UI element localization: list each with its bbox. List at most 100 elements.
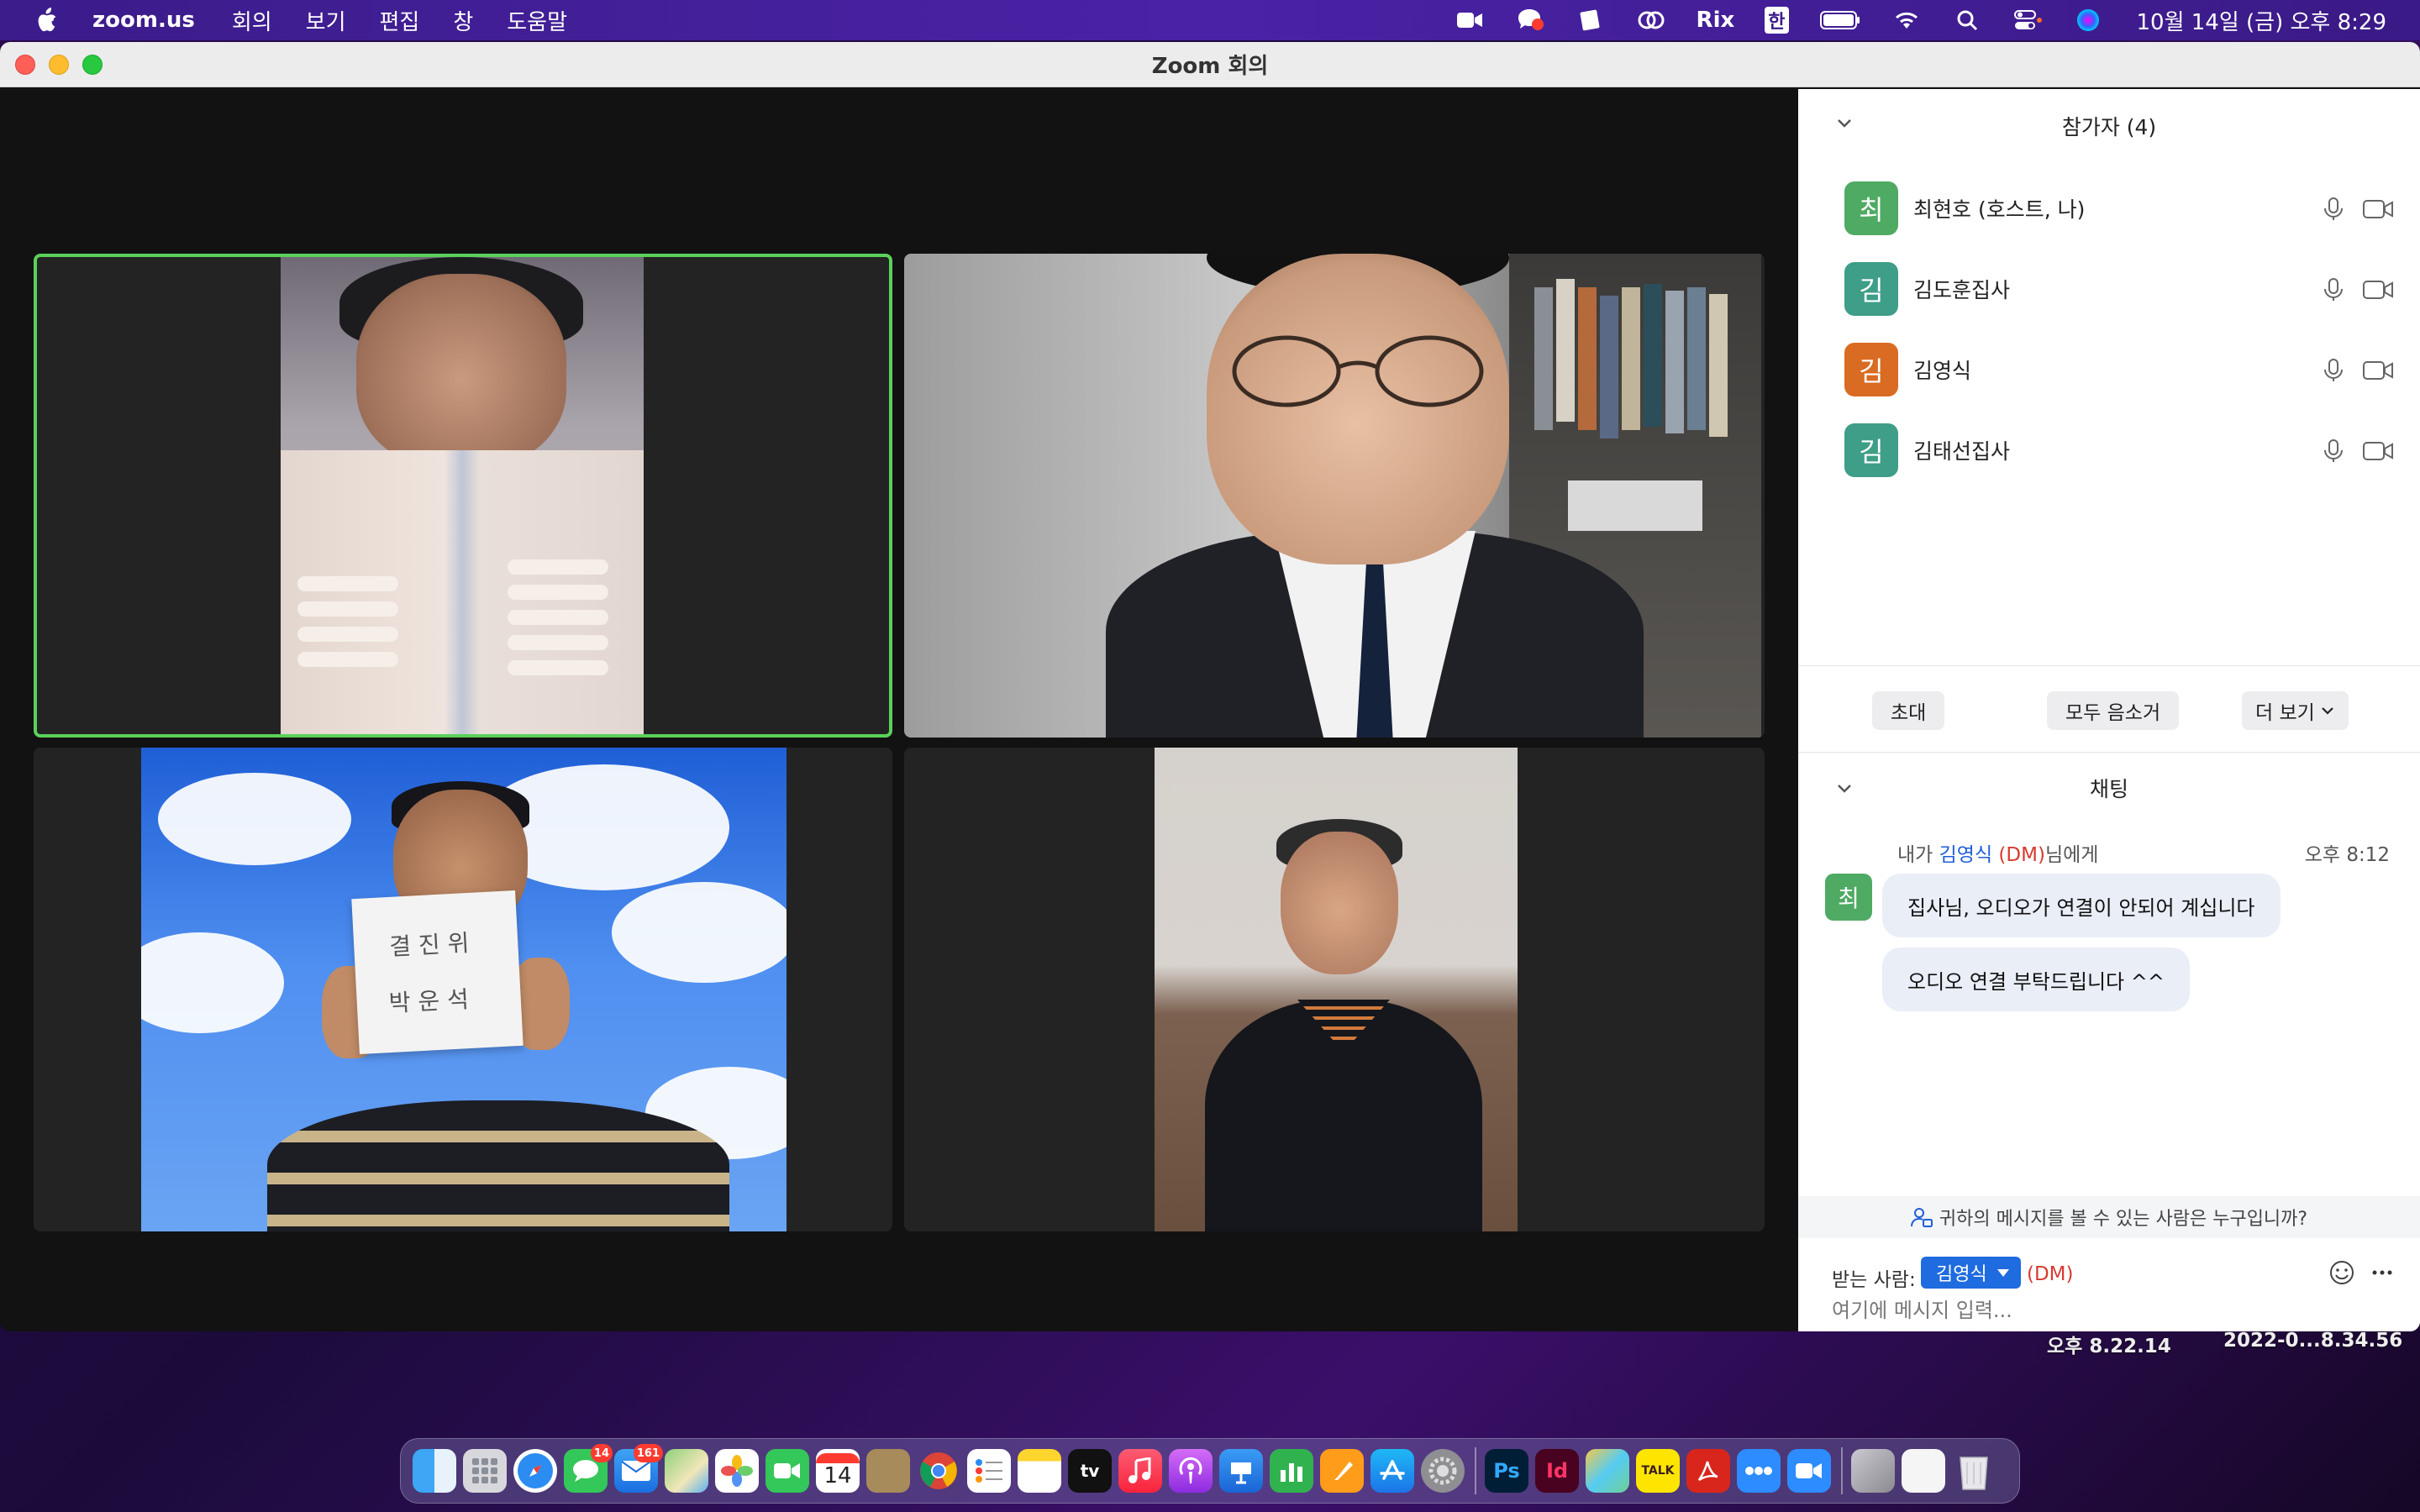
app-menu-zoom[interactable]: zoom.us	[92, 8, 195, 33]
downloads-stack-icon[interactable]	[1851, 1449, 1895, 1493]
photoshop-icon[interactable]: Ps	[1485, 1449, 1528, 1493]
dock-separator	[1475, 1447, 1476, 1494]
more-options-button[interactable]: 더 보기	[2242, 691, 2349, 730]
messenger-icon[interactable]	[1737, 1449, 1781, 1493]
video-camera-icon[interactable]	[2363, 440, 2393, 462]
keynote-icon[interactable]	[1219, 1449, 1263, 1493]
avatar: 김	[1844, 343, 1898, 396]
microphone-icon[interactable]	[2323, 197, 2344, 221]
safari-icon[interactable]	[513, 1449, 557, 1493]
menu-view[interactable]: 보기	[306, 5, 346, 36]
menu-window[interactable]: 창	[453, 5, 473, 36]
more-horizontal-icon[interactable]	[2370, 1260, 2395, 1285]
apple-tv-icon[interactable]: tv	[1068, 1449, 1112, 1493]
app-store-icon[interactable]	[1370, 1449, 1414, 1493]
mail-icon[interactable]: 161	[614, 1444, 663, 1493]
creative-cloud-icon[interactable]	[1636, 8, 1666, 33]
zoom-icon[interactable]	[1787, 1449, 1831, 1493]
photos-icon[interactable]	[715, 1449, 759, 1493]
participant-row[interactable]: 김 김영식	[1798, 329, 2420, 410]
message-recipient-info: 내가 김영식 (DM)님에게	[1897, 844, 2099, 866]
video-camera-icon[interactable]	[2363, 198, 2393, 220]
siri-icon[interactable]	[2073, 8, 2103, 33]
battery-icon[interactable]	[1819, 8, 1861, 33]
music-icon[interactable]	[1118, 1449, 1162, 1493]
zoom-camera-status-icon[interactable]	[1455, 8, 1485, 33]
menu-help[interactable]: 도움말	[507, 5, 567, 36]
participants-title: 참가자 (4)	[2061, 115, 2157, 139]
video-tile-2[interactable]	[904, 254, 1765, 738]
fullscreen-window-button[interactable]	[82, 55, 103, 75]
kakaotalk-icon[interactable]: TALK	[1636, 1449, 1680, 1493]
recipient-dropdown[interactable]: 김영식	[1921, 1257, 2021, 1289]
microphone-icon[interactable]	[2323, 359, 2344, 382]
participant-row[interactable]: 최 최현호 (호스트, 나)	[1798, 168, 2420, 249]
apple-icon[interactable]	[34, 7, 59, 34]
video-tile-3[interactable]: 결 진 위 박 운 석	[34, 748, 892, 1231]
more-options-label: 더 보기	[2255, 702, 2315, 724]
keychain-icon[interactable]	[866, 1449, 910, 1493]
calendar-icon[interactable]: 14	[816, 1449, 860, 1493]
search-icon[interactable]	[1952, 8, 1982, 33]
maps-icon[interactable]	[665, 1449, 708, 1493]
control-center-icon[interactable]	[2012, 8, 2043, 33]
participants-header: 참가자 (4)	[1798, 89, 2420, 163]
recipient-label: 받는 사람:	[1832, 1269, 1916, 1291]
chevron-down-icon[interactable]	[1835, 780, 1854, 798]
indesign-icon[interactable]: Id	[1535, 1449, 1579, 1493]
mute-all-button[interactable]: 모두 음소거	[2047, 691, 2180, 730]
acrobat-icon[interactable]	[1686, 1449, 1730, 1493]
rix-status[interactable]: Rix	[1697, 8, 1735, 33]
desktop-file-label[interactable]: 오후 8.22.14	[2047, 1330, 2171, 1358]
chat-message[interactable]: 집사님, 오디오가 연결이 안되어 계십니다	[1882, 874, 2281, 937]
notes-stack-icon[interactable]	[1586, 1449, 1629, 1493]
video-tile-4[interactable]	[904, 748, 1765, 1231]
system-preferences-icon[interactable]	[1421, 1449, 1465, 1493]
notes-icon[interactable]	[1576, 8, 1606, 33]
menu-bar: zoom.us 회의 보기 편집 창 도움말 Rix 한 10월 14일 (금)…	[0, 0, 2420, 40]
chat-message[interactable]: 오디오 연결 부탁드립니다 ^^	[1882, 948, 2190, 1011]
participant-name: 최현호 (호스트, 나)	[1913, 197, 2086, 222]
avatar: 최	[1844, 181, 1898, 235]
messages-icon[interactable]: 14	[564, 1444, 613, 1493]
video-tile-1[interactable]	[34, 254, 892, 738]
chat-header: 채팅	[1798, 754, 2420, 822]
chrome-icon[interactable]	[917, 1449, 960, 1493]
invite-button[interactable]: 초대	[1872, 691, 1945, 730]
chat-notification-icon[interactable]	[1515, 8, 1545, 33]
notes-app-icon[interactable]	[1018, 1449, 1061, 1493]
emoji-icon[interactable]	[2328, 1258, 2356, 1287]
document-stack-icon[interactable]	[1902, 1449, 1945, 1493]
facetime-icon[interactable]	[765, 1449, 809, 1493]
menu-edit[interactable]: 편집	[380, 5, 420, 36]
participant-row[interactable]: 김 김도훈집사	[1798, 249, 2420, 329]
chat-compose: 받는 사람: 김영식 (DM)	[1798, 1238, 2420, 1331]
numbers-icon[interactable]	[1270, 1449, 1313, 1493]
video-camera-icon[interactable]	[2363, 279, 2393, 301]
trash-icon[interactable]	[1952, 1449, 1996, 1493]
held-paper-sign: 결 진 위 박 운 석	[351, 890, 523, 1054]
wifi-icon[interactable]	[1891, 8, 1922, 33]
finder-icon[interactable]	[413, 1449, 456, 1493]
chevron-down-icon[interactable]	[1835, 114, 1854, 133]
close-window-button[interactable]	[15, 55, 35, 75]
participant-row[interactable]: 김 김태선집사	[1798, 410, 2420, 491]
microphone-icon[interactable]	[2323, 439, 2344, 463]
microphone-icon[interactable]	[2323, 278, 2344, 302]
launchpad-icon[interactable]	[463, 1449, 507, 1493]
pages-icon[interactable]	[1320, 1449, 1364, 1493]
video-camera-icon[interactable]	[2363, 360, 2393, 381]
desktop-file-label[interactable]: 2022-0...8.34.56	[2223, 1330, 2402, 1352]
chat-privacy-link[interactable]: 귀하의 메시지를 볼 수 있는 사람은 누구입니까?	[1798, 1196, 2420, 1238]
minimize-window-button[interactable]	[49, 55, 69, 75]
input-source-korean[interactable]: 한	[1765, 7, 1789, 34]
podcasts-icon[interactable]	[1169, 1449, 1213, 1493]
side-panel: 참가자 (4) 최 최현호 (호스트, 나) 김 김도훈집사 김 김영식 김 김…	[1798, 89, 2420, 1331]
participant-name: 김영식	[1913, 359, 1972, 383]
menubar-clock[interactable]: 10월 14일 (금) 오후 8:29	[2137, 5, 2387, 36]
held-booklet	[281, 450, 644, 734]
recipient-name-link[interactable]: 김영식	[1939, 844, 1992, 866]
reminders-icon[interactable]	[967, 1449, 1011, 1493]
menu-meeting[interactable]: 회의	[232, 5, 272, 36]
message-input[interactable]	[1832, 1294, 2386, 1327]
